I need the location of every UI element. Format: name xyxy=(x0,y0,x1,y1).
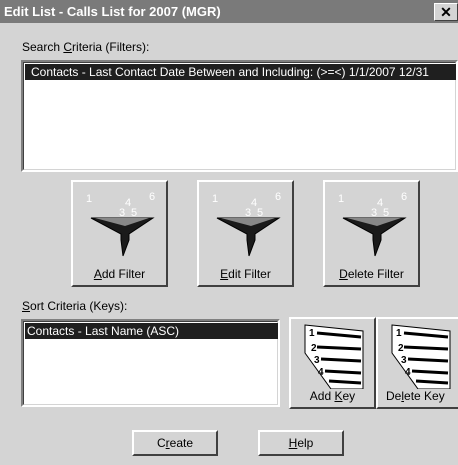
search-criteria-label-post: riteria (Filters): xyxy=(72,40,150,54)
search-criteria-label: Search Criteria (Filters): xyxy=(22,40,149,54)
funnel-icon: 1 4 3 5 6 2 xyxy=(86,191,155,260)
search-criteria-label-accel: C xyxy=(63,40,73,54)
sort-criteria-label: Sort Criteria (Keys): xyxy=(22,299,127,313)
list-digit: 1 xyxy=(309,328,315,339)
funnel-digit: 1 xyxy=(338,193,344,205)
list-digit: 3 xyxy=(401,355,407,366)
search-criteria-list[interactable]: Contacts - Last Contact Date Between and… xyxy=(21,60,458,172)
funnel-digit: 1 xyxy=(212,193,218,205)
list-item[interactable]: Contacts - Last Name (ASC) xyxy=(25,323,278,339)
add-filter-button[interactable]: 1 4 3 5 6 2 Add Filter xyxy=(71,180,168,287)
edit-filter-button[interactable]: 1 4 3 5 6 2 Edit Filter xyxy=(197,180,294,287)
close-icon: ✕ xyxy=(440,4,452,20)
add-key-accel: K xyxy=(334,389,343,403)
add-key-label-pre: Add xyxy=(309,389,335,403)
delete-filter-accel: D xyxy=(339,267,348,281)
funnel-icon: 1 4 3 5 6 2 xyxy=(212,191,281,260)
funnel-digit: 5 xyxy=(131,207,137,219)
add-key-label-post: ey xyxy=(342,389,356,403)
create-button[interactable]: Create xyxy=(132,430,218,456)
add-filter-label-text: dd Filter xyxy=(101,267,146,281)
list-digit: 3 xyxy=(314,355,320,366)
delete-key-label: Delete Key xyxy=(386,389,458,403)
delete-key-button[interactable]: 1 2 3 4 Delete Key xyxy=(376,317,458,409)
window-title: Edit List - Calls List for 2007 (MGR) xyxy=(4,4,221,19)
help-label-post: elp xyxy=(297,436,314,450)
funnel-digit: 6 xyxy=(149,191,155,203)
funnel-digit: 6 xyxy=(401,191,407,203)
funnel-digit: 3 xyxy=(245,207,251,219)
delete-filter-label-text: elete Filter xyxy=(347,267,404,281)
delete-key-label-post: ete Key xyxy=(404,389,445,403)
add-filter-accel: A xyxy=(93,267,102,281)
search-criteria-label-pre: Search xyxy=(22,40,64,54)
list-digit: 4 xyxy=(318,367,324,378)
add-filter-label: Add Filter xyxy=(73,267,166,281)
funnel-digit: 2 xyxy=(373,259,379,260)
funnel-digit: 2 xyxy=(247,259,253,260)
add-key-label: Add Key xyxy=(291,389,374,403)
help-button[interactable]: Help xyxy=(258,430,344,456)
create-label-post: eate xyxy=(169,436,194,450)
funnel-digit: 5 xyxy=(383,207,389,219)
delete-filter-button[interactable]: 1 4 3 5 6 2 Delete Filter xyxy=(323,180,420,287)
funnel-digit: 5 xyxy=(257,207,263,219)
sort-criteria-label-post: ort Criteria (Keys): xyxy=(30,299,128,313)
list-digit: 4 xyxy=(405,367,411,378)
edit-filter-label: Edit Filter xyxy=(199,267,292,281)
funnel-digit: 3 xyxy=(119,207,125,219)
sorted-list-icon: 1 2 3 4 xyxy=(391,324,451,389)
list-digit: 2 xyxy=(398,343,404,354)
funnel-icon: 1 4 3 5 6 2 xyxy=(338,191,407,260)
create-label-pre: C xyxy=(156,436,166,450)
delete-key-label-pre: De xyxy=(386,389,402,403)
close-button[interactable]: ✕ xyxy=(434,3,458,21)
sort-criteria-label-accel: S xyxy=(22,299,31,313)
list-digit: 2 xyxy=(311,343,317,354)
add-key-button[interactable]: 1 2 3 4 Add Key xyxy=(289,317,376,409)
delete-filter-label: Delete Filter xyxy=(325,267,418,281)
sort-criteria-list[interactable]: Contacts - Last Name (ASC) xyxy=(21,319,280,407)
title-bar[interactable]: Edit List - Calls List for 2007 (MGR) ✕ xyxy=(0,0,458,23)
funnel-digit: 2 xyxy=(121,259,127,260)
funnel-digit: 3 xyxy=(371,207,377,219)
list-item[interactable]: Contacts - Last Contact Date Between and… xyxy=(25,64,456,80)
edit-filter-accel: E xyxy=(220,267,229,281)
funnel-digit: 1 xyxy=(86,193,92,205)
sorted-list-icon: 1 2 3 4 xyxy=(304,324,364,389)
edit-filter-label-text: dit Filter xyxy=(228,267,271,281)
funnel-digit: 6 xyxy=(275,191,281,203)
list-digit: 1 xyxy=(396,328,402,339)
